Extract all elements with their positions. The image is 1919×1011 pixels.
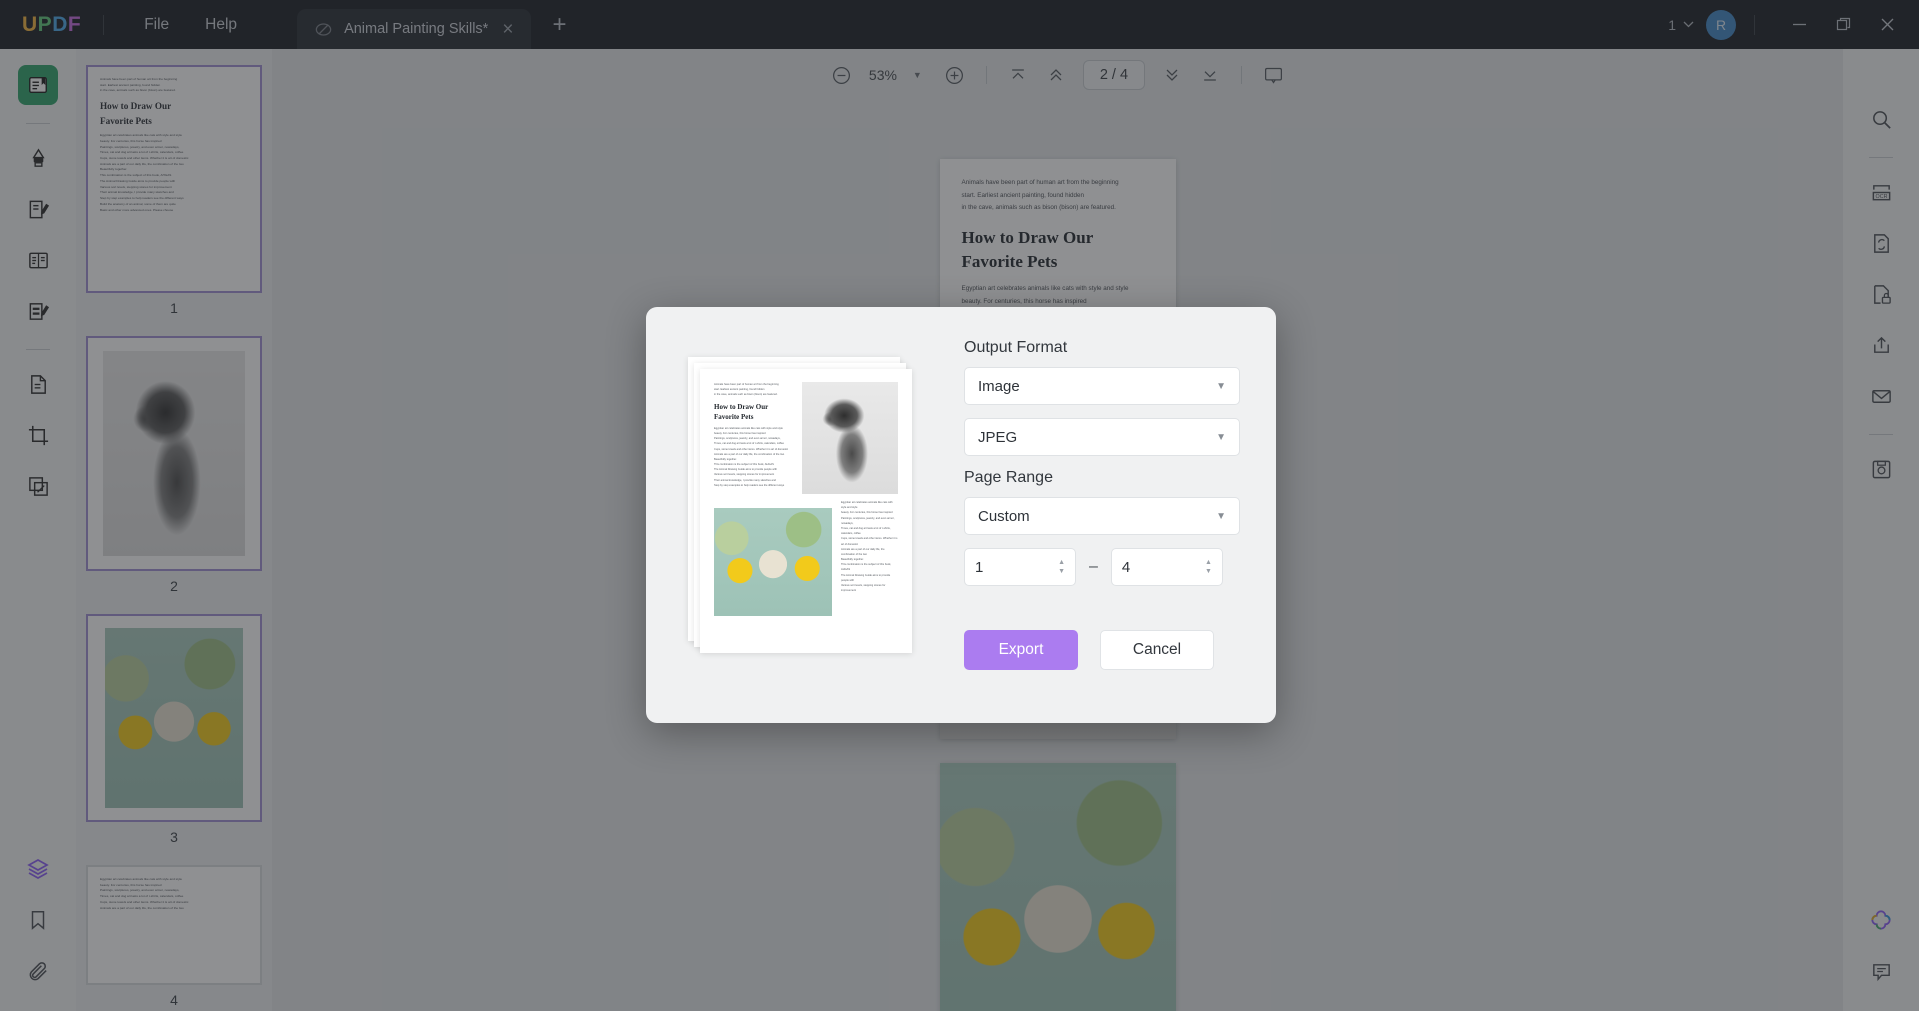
pv2-line-8: The Animal Drawing Guide aims to provide…: [841, 573, 891, 582]
preview-bottom-row: Egyptian art celebrates animals like cat…: [714, 500, 898, 616]
stepper-up-icon[interactable]: ▲: [1058, 559, 1065, 566]
pv2-line-2: Paintings, sculptures, jewelry, and even…: [841, 516, 895, 525]
range-to-value: 4: [1121, 558, 1131, 576]
page-range-select[interactable]: Custom ▼: [964, 497, 1240, 535]
export-dialog: Animals have been part of human art from…: [646, 307, 1276, 723]
pv2-line-0: Egyptian art celebrates animals like cat…: [841, 501, 893, 510]
chevron-down-icon: ▼: [1216, 380, 1226, 392]
stepper-down-icon[interactable]: ▼: [1205, 568, 1212, 575]
preview-sheet-front: Animals have been part of human art from…: [700, 369, 912, 653]
stepper-up-icon[interactable]: ▲: [1205, 559, 1212, 566]
pv2-line-4: Cups, stone towels and other items. Whet…: [841, 537, 898, 546]
page-range-row: 1 ▲ ▼ – 4 ▲ ▼: [964, 548, 1240, 586]
preview-flower-image: [714, 508, 832, 616]
range-separator: –: [1089, 558, 1098, 575]
chevron-down-icon: ▼: [1216, 510, 1226, 522]
file-type-select[interactable]: JPEG ▼: [964, 418, 1240, 456]
pv-heading-1: How to Draw Our: [714, 402, 769, 411]
range-from-input[interactable]: 1 ▲ ▼: [964, 548, 1076, 586]
cancel-button[interactable]: Cancel: [1100, 630, 1214, 670]
pv2-line-5: Animals are a part of our daily life, th…: [841, 547, 885, 556]
dialog-actions: Export Cancel: [964, 630, 1240, 670]
page-range-label: Page Range: [964, 469, 1053, 486]
preview-text-col: Animals have been part of human art from…: [714, 382, 793, 494]
output-format-value: Image: [978, 377, 1020, 395]
pv-body-4: Cups, stone towels and other items. Whet…: [714, 447, 789, 451]
chevron-down-icon: ▼: [1216, 431, 1226, 443]
range-to-input[interactable]: 4 ▲ ▼: [1110, 548, 1223, 586]
pv-body-11: Step by step examples to help readers se…: [714, 483, 785, 487]
pv-body-3: Times, cat and dog art lasts a lot of t-…: [714, 442, 784, 446]
stepper-down-icon[interactable]: ▼: [1058, 568, 1065, 575]
pv-intro-2: in the cave, animals such as bison (biso…: [714, 393, 778, 397]
output-format-select[interactable]: Image ▼: [964, 367, 1240, 405]
pv2-line-3: Times, cat and dog art lasts a lot of t-…: [841, 526, 891, 536]
export-button[interactable]: Export: [964, 630, 1078, 670]
pv2-line-1: beauty. For centuries, this horse has in…: [841, 511, 893, 515]
page-range-value: Custom: [978, 507, 1030, 525]
pv-heading-2: Favorite Pets: [714, 412, 754, 421]
pv2-line-7: This combination is the subject of this …: [841, 563, 892, 572]
preview-text-col-2: Egyptian art celebrates animals like cat…: [841, 500, 898, 616]
output-format-label: Output Format: [964, 339, 1068, 356]
range-from-value: 1: [975, 558, 984, 576]
range-to-stepper[interactable]: ▲ ▼: [1205, 559, 1212, 575]
updf-window: UPDF File Help Animal Painting Skills* ×…: [0, 0, 1919, 1011]
export-controls: Output Format Image ▼ JPEG ▼ Page Range …: [944, 339, 1240, 691]
file-type-value: JPEG: [978, 428, 1018, 446]
range-from-stepper[interactable]: ▲ ▼: [1058, 559, 1065, 575]
export-preview: Animals have been part of human art from…: [682, 339, 944, 691]
preview-top-row: Animals have been part of human art from…: [714, 382, 898, 494]
preview-dog-image: [802, 382, 898, 494]
pv2-line-9: Various sort levels, stepping stones for…: [841, 584, 886, 593]
